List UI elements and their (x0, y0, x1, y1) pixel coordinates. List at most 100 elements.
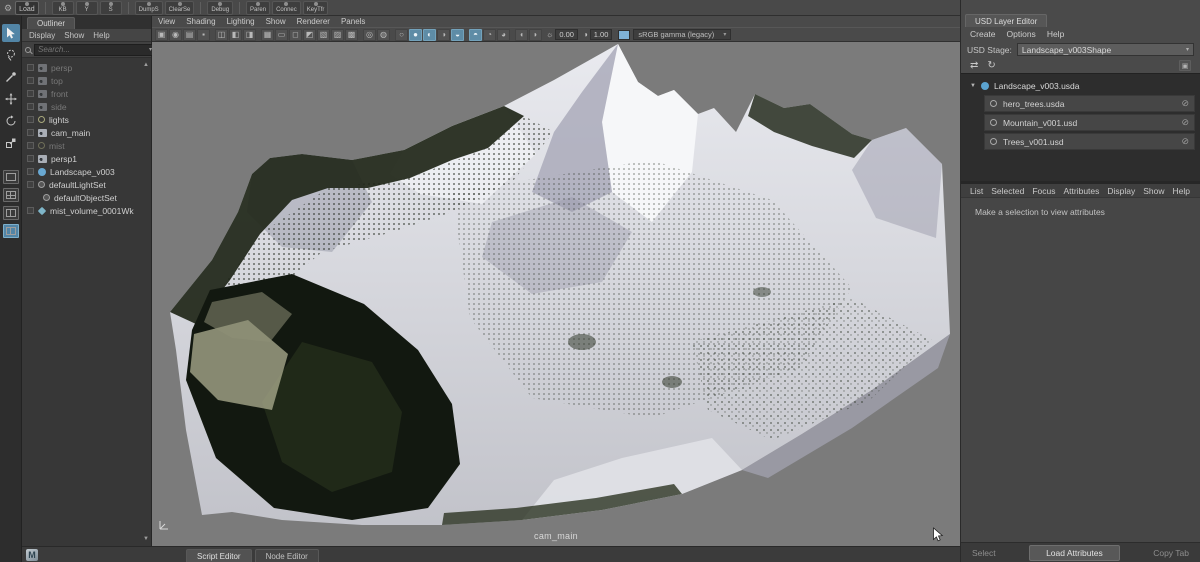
view-transform-dropdown[interactable]: sRGB gamma (legacy) ▾ (633, 29, 732, 40)
shelf-button[interactable]: Paren (246, 0, 271, 15)
outliner-item[interactable]: persp (22, 61, 151, 74)
shelf-button[interactable]: ClearSe (164, 0, 195, 15)
attribute-editor-button[interactable]: Load Attributes (1029, 544, 1120, 561)
scroll-up-arrow[interactable]: ▲ (143, 62, 149, 68)
exposure-icon[interactable]: ☼ (546, 30, 553, 39)
split-pane-layout-button[interactable] (2, 206, 19, 220)
usd-sublayer-row[interactable]: hero_trees.usda ⊘ (984, 95, 1195, 112)
usd-root-layer-row[interactable]: ▼ Landscape_v003.usda (963, 78, 1198, 93)
motion-blur-icon[interactable]: ◔ (483, 28, 496, 41)
bookmarks-icon[interactable]: ▪ (197, 28, 210, 41)
visibility-toggle[interactable] (27, 155, 34, 162)
field-chart-icon[interactable]: ▧ (317, 28, 330, 41)
mute-layer-icon[interactable]: ▣ (1179, 60, 1191, 71)
shelf-button[interactable]: S (99, 0, 122, 15)
visibility-toggle[interactable] (27, 168, 34, 175)
viewport-menu-item[interactable]: Shading (186, 17, 215, 26)
frame-all-icon[interactable]: ◎ (363, 28, 376, 41)
search-input[interactable] (38, 45, 149, 54)
lasso-select-tool[interactable] (2, 46, 20, 64)
usd-editor-menu-item[interactable]: Help (1047, 29, 1064, 39)
usd-stage-dropdown[interactable]: Landscape_v003Shape ▾ (1016, 43, 1194, 56)
shelf-button[interactable]: Connec (272, 0, 301, 15)
safe-title-icon[interactable]: ▩ (345, 28, 358, 41)
gamma-value[interactable]: 1.00 (589, 29, 613, 40)
viewport-3d-scene[interactable]: cam_main (152, 42, 960, 546)
anti-alias-icon[interactable]: ◕ (497, 28, 510, 41)
edit-target-radio[interactable] (990, 138, 997, 145)
attribute-editor-menu-item[interactable]: Selected (991, 186, 1024, 196)
gamma-icon[interactable]: ◑ (583, 30, 588, 39)
visibility-toggle[interactable] (27, 116, 34, 123)
reload-stage-icon[interactable]: ↻ (987, 60, 995, 71)
viewport-menu-item[interactable]: Panels (341, 17, 365, 26)
viewport-menu-item[interactable]: Show (266, 17, 286, 26)
image-plane-icon[interactable]: ◫ (215, 28, 228, 41)
camera-attributes-icon[interactable]: ▤ (183, 28, 196, 41)
shaded-icon[interactable]: ● (409, 28, 422, 41)
attribute-editor-menu-item[interactable]: Help (1173, 186, 1190, 196)
usd-sublayer-row[interactable]: Trees_v001.usd ⊘ (984, 133, 1195, 150)
move-tool[interactable] (2, 90, 20, 108)
viewport-menu-item[interactable]: Lighting (227, 17, 255, 26)
usd-editor-menu-item[interactable]: Create (970, 29, 996, 39)
bottom-panel-tab[interactable]: Node Editor (254, 549, 319, 562)
single-pane-layout-button[interactable] (2, 170, 19, 184)
outliner-item[interactable]: mist_volume_0001Wk (22, 204, 151, 217)
grid-icon[interactable]: ▦ (261, 28, 274, 41)
outliner-item[interactable]: lights (22, 113, 151, 126)
attribute-editor-menu-item[interactable]: Focus (1032, 186, 1055, 196)
paint-select-tool[interactable] (2, 68, 20, 86)
outliner-item[interactable]: mist (22, 139, 151, 152)
usd-sublayer-row[interactable]: Mountain_v001.usd ⊘ (984, 114, 1195, 131)
visibility-toggle[interactable] (27, 207, 34, 214)
outliner-menu-item[interactable]: Display (29, 31, 55, 40)
attribute-editor-menu-item[interactable]: List (970, 186, 983, 196)
rotate-tool[interactable] (2, 112, 20, 130)
scale-tool[interactable] (2, 134, 20, 152)
four-pane-layout-button[interactable] (2, 188, 19, 202)
outliner-menu-item[interactable]: Show (64, 31, 84, 40)
viewport-menu-item[interactable]: View (158, 17, 175, 26)
film-gate-icon[interactable]: ▭ (275, 28, 288, 41)
outliner-tab[interactable]: Outliner (27, 17, 76, 29)
usd-layer-editor-tab[interactable]: USD Layer Editor (965, 14, 1048, 27)
outliner-item[interactable]: side (22, 100, 151, 113)
shelf-button[interactable]: Y (75, 0, 98, 15)
screen-space-ao-icon[interactable]: ◓ (469, 28, 482, 41)
lock-camera-icon[interactable]: ◉ (169, 28, 182, 41)
exposure-value[interactable]: 0.00 (555, 29, 578, 40)
gate-mask-icon[interactable]: ◩ (303, 28, 316, 41)
wireframe-icon[interactable]: ○ (395, 28, 408, 41)
color-management-swatch[interactable] (618, 29, 631, 40)
visibility-toggle[interactable] (27, 181, 34, 188)
outliner-item[interactable]: Landscape_v003 (22, 165, 151, 178)
xray-icon[interactable]: ◖ (515, 28, 528, 41)
frame-selection-icon[interactable]: ◍ (377, 28, 390, 41)
shelf-load-button[interactable]: Load (15, 0, 39, 15)
visibility-toggle[interactable] (27, 142, 34, 149)
visibility-toggle[interactable] (27, 90, 34, 97)
visibility-toggle[interactable] (27, 64, 34, 71)
usd-editor-menu-item[interactable]: Options (1007, 29, 1036, 39)
outliner-item[interactable]: persp1 (22, 152, 151, 165)
outliner-item[interactable]: top (22, 74, 151, 87)
2d-pan-zoom-icon[interactable]: ◧ (229, 28, 242, 41)
isolate-select-icon[interactable]: ◗ (529, 28, 542, 41)
outliner-item[interactable]: defaultObjectSet (22, 191, 151, 204)
lights-icon[interactable]: ◑ (437, 28, 450, 41)
safe-action-icon[interactable]: ▨ (331, 28, 344, 41)
expand-arrow-icon[interactable]: ▼ (970, 83, 976, 89)
custom-pane-layout-button[interactable] (2, 224, 19, 238)
attribute-editor-menu-item[interactable]: Attributes (1063, 186, 1099, 196)
shelf-button[interactable]: Debug (207, 0, 234, 15)
visibility-toggle[interactable] (27, 103, 34, 110)
gear-icon[interactable]: ⚙ (4, 3, 12, 13)
attribute-editor-menu-item[interactable]: Display (1107, 186, 1135, 196)
select-camera-icon[interactable]: ▣ (155, 28, 168, 41)
attribute-editor-button[interactable]: Select (972, 548, 996, 558)
bottom-panel-tab[interactable]: Script Editor (186, 549, 252, 562)
shadows-icon[interactable]: ◒ (451, 28, 464, 41)
edit-target-radio[interactable] (990, 100, 997, 107)
transfer-content-icon[interactable]: ⇄ (970, 60, 978, 71)
